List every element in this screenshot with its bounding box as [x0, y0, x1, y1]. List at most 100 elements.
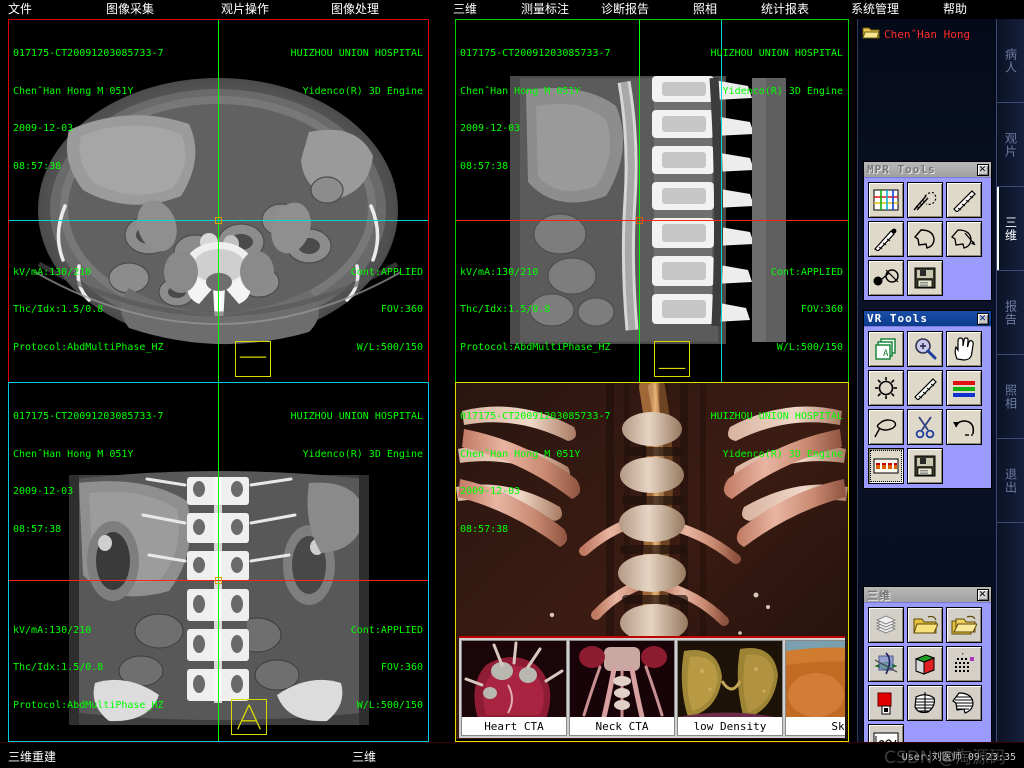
menu-item-7[interactable]: 照相 — [693, 0, 717, 19]
engine-name-text: Yidenco(R) 3D Engine — [302, 85, 423, 97]
panel-mpr-tools-body — [864, 177, 991, 300]
coronal-overlay-bottomleft: kV/mA:130/210 Thc/Idx:1.5/0.8 Protocol:A… — [13, 600, 164, 738]
vr-save-button[interactable] — [907, 448, 943, 484]
vr-preset-thumbnail[interactable]: Heart CTA — [461, 640, 567, 736]
status-mode-label: 三维重建 — [8, 750, 57, 764]
menu-item-3[interactable]: 图像处理 — [331, 0, 379, 19]
mpr-head-profile-button[interactable] — [907, 221, 943, 257]
study-date-text: 2009-12-03 — [13, 123, 74, 134]
3d-stack-button[interactable] — [868, 607, 904, 643]
vr-colormap-button[interactable] — [946, 370, 982, 406]
grid-layout-icon — [873, 189, 899, 211]
panel-3d: 三维 ✕ — [863, 586, 992, 765]
rail-tab-1[interactable]: 观片 — [997, 103, 1024, 187]
axial-overlay-topright: HUIZHOU UNION HOSPITAL Yidenco(R) 3D Eng… — [291, 23, 423, 123]
mpr-head-rotate-button[interactable] — [946, 221, 982, 257]
patient-demographics-text: ChenˆHan Hong M 051Y — [13, 448, 134, 460]
study-date-text: 2009-12-03 — [460, 486, 521, 497]
mpr-layout-grid-button[interactable] — [868, 182, 904, 218]
vr-measure-button[interactable] — [907, 370, 943, 406]
menu-item-4[interactable]: 三维 — [453, 0, 477, 19]
sagittal-crosshair-horizontal[interactable] — [456, 220, 848, 221]
vr-zoom-button[interactable] — [907, 331, 943, 367]
panel-mpr-tools-titlebar[interactable]: MPR Tools ✕ — [864, 162, 991, 177]
head-rotate-icon — [951, 227, 977, 251]
menu-item-0[interactable]: 文件 — [8, 0, 32, 19]
menu-item-5[interactable]: 测量标注 — [521, 0, 569, 19]
3d-head-mip-button[interactable] — [946, 685, 982, 721]
window-level-text: W/L:500/150 — [776, 341, 843, 353]
fov-text: FOV:360 — [380, 662, 423, 673]
axial-crosshair-vertical[interactable] — [218, 20, 219, 383]
menu-item-8[interactable]: 统计报表 — [761, 0, 809, 19]
rail-tab-label: 三维 — [1003, 215, 1018, 242]
vr-preset-thumbnail[interactable]: Neck CTA — [569, 640, 675, 736]
viewport-coronal[interactable]: 017175-CT20091203085733-7 ChenˆHan Hong … — [8, 382, 429, 742]
coronal-crosshair-center[interactable] — [215, 577, 222, 584]
vr-cut-button[interactable] — [907, 409, 943, 445]
3d-multi-folder-button[interactable] — [946, 607, 982, 643]
vr-preset-cube-button[interactable]: A — [868, 331, 904, 367]
striped-volume-icon — [912, 691, 938, 715]
vr-preset-thumbnail[interactable]: low Density — [677, 640, 783, 736]
coronal-crosshair-vertical[interactable] — [218, 383, 219, 741]
3d-mpr-axes-button[interactable] — [868, 646, 904, 682]
close-icon[interactable]: ✕ — [977, 588, 989, 601]
vr-lasso-button[interactable] — [868, 409, 904, 445]
menu-item-1[interactable]: 图像采集 — [106, 0, 154, 19]
heart-cta-preview — [462, 641, 566, 717]
panel-vr-tools-titlebar[interactable]: VR Tools ✕ — [864, 311, 991, 326]
viewport-vr[interactable]: 017175-CT20091203085733-7 ChenˆHan Hong … — [455, 382, 849, 742]
axial-crosshair-center[interactable] — [215, 217, 222, 224]
floppy-save-icon — [914, 455, 936, 477]
current-patient-bar[interactable]: ChenˆHan Hong — [862, 23, 993, 45]
vr-preset-thumbnail[interactable]: Sk — [785, 640, 845, 736]
rail-tab-3[interactable]: 报告 — [997, 271, 1024, 355]
3d-record-button[interactable] — [868, 685, 904, 721]
colored-cube-icon — [913, 652, 937, 676]
mpr-curve-measure-button[interactable] — [907, 182, 943, 218]
rail-tab-4[interactable]: 照相 — [997, 355, 1024, 439]
menu-item-9[interactable]: 系统管理 — [851, 0, 899, 19]
viewport-axial[interactable]: 017175-CT20091203085733-7 ChenˆHan Hong … — [8, 19, 429, 384]
sagittal-overlay-bottomright: Cont:APPLIED FOV:360 W/L:500/150 — [771, 242, 843, 380]
sagittal-crosshair-center[interactable] — [636, 217, 643, 224]
panel-title-label: 三维 — [867, 588, 891, 602]
3d-mip-button[interactable] — [907, 685, 943, 721]
panel-title-label: MPR Tools — [867, 163, 936, 176]
mpr-point-measure-button[interactable] — [868, 221, 904, 257]
slice-stack-icon — [874, 613, 898, 637]
coronal-orientation-marker-anterior — [231, 699, 267, 735]
panel-title-label: VR Tools — [867, 312, 928, 325]
folder-open-icon — [912, 614, 938, 636]
panel-3d-titlebar[interactable]: 三维 ✕ — [864, 587, 991, 602]
close-icon[interactable]: ✕ — [977, 312, 989, 325]
menu-item-2[interactable]: 观片操作 — [221, 0, 269, 19]
sagittal-orientation-marker — [654, 341, 690, 377]
close-icon[interactable]: ✕ — [977, 163, 989, 176]
mpr-bullseye-button[interactable] — [868, 260, 904, 296]
vr-preset-thumbnail-strip[interactable]: Heart CTA Neck CTA low Density Sk — [459, 636, 845, 738]
3d-volume-cube-button[interactable] — [907, 646, 943, 682]
rail-tab-5[interactable]: 退出 — [997, 439, 1024, 523]
panel-mpr-tools: MPR Tools ✕ — [863, 161, 992, 301]
protocol-text: Protocol:AbdMultiPhase_HZ — [460, 341, 611, 353]
vr-overlay-topleft: 017175-CT20091203085733-7 ChenˆHan Hong … — [460, 386, 611, 561]
rail-tab-2[interactable]: 三维 — [997, 187, 1024, 271]
sagittal-crosshair-vertical[interactable] — [639, 20, 640, 383]
3d-open-folder-button[interactable] — [907, 607, 943, 643]
mpr-ruler-button[interactable] — [946, 182, 982, 218]
rail-tab-label: 照相 — [1003, 383, 1018, 410]
vr-rotate-button[interactable] — [868, 370, 904, 406]
menu-item-6[interactable]: 诊断报告 — [601, 0, 649, 19]
vr-filmstrip-button[interactable] — [868, 448, 904, 484]
viewport-grid: 017175-CT20091203085733-7 ChenˆHan Hong … — [0, 19, 857, 742]
vr-pan-button[interactable] — [946, 331, 982, 367]
mpr-save-button[interactable] — [907, 260, 943, 296]
viewport-sagittal[interactable]: 017175-CT20091203085733-7 ChenˆHan Hong … — [455, 19, 849, 384]
vr-undo-button[interactable] — [946, 409, 982, 445]
rail-tab-0[interactable]: 病人 — [997, 19, 1024, 103]
menu-item-10[interactable]: 帮助 — [943, 0, 967, 19]
kvma-text: kV/mA:130/210 — [13, 624, 92, 636]
3d-grid-point-button[interactable] — [946, 646, 982, 682]
